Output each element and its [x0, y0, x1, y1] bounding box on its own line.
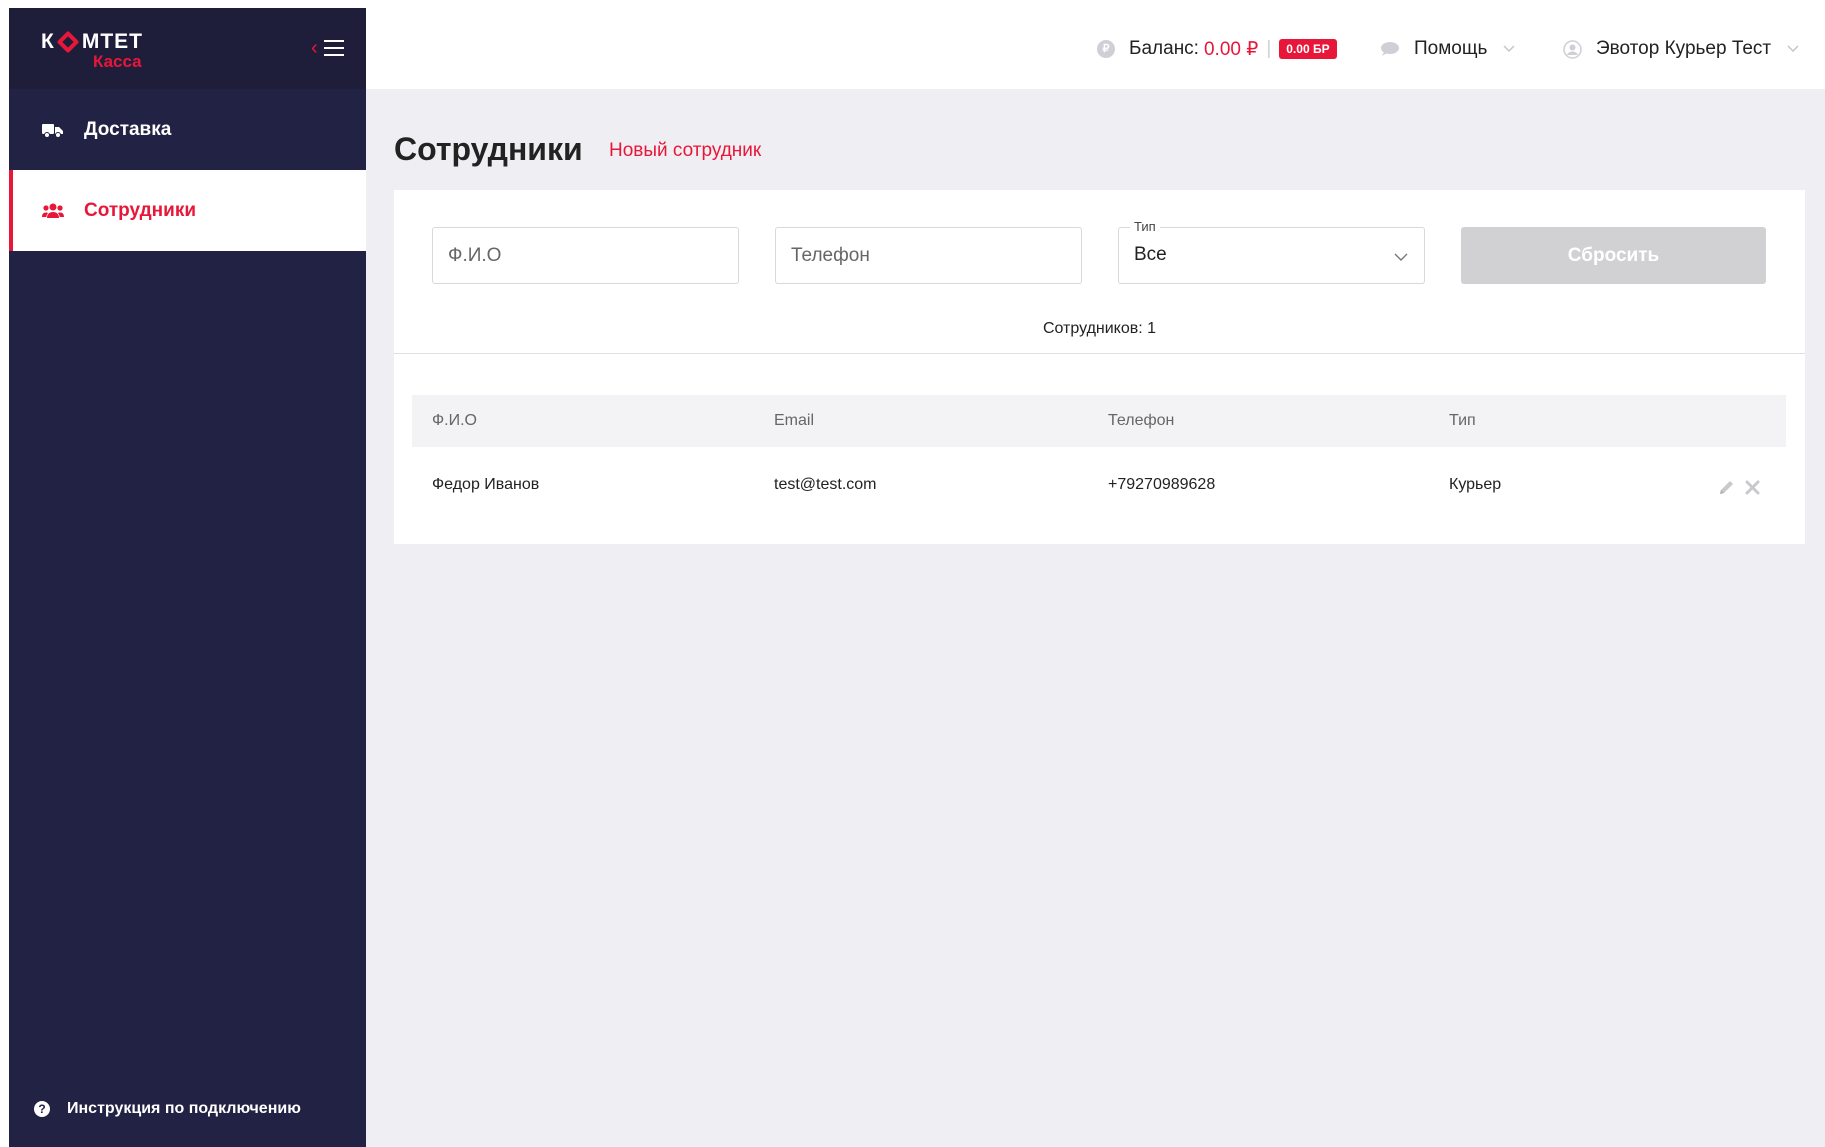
- balance-amount: 0.00 ₽: [1203, 38, 1259, 60]
- main-content: Сотрудники Новый сотрудник Тип Все Сброс…: [366, 89, 1825, 1147]
- logo[interactable]: К МТЕТ Касса: [41, 30, 191, 74]
- pencil-icon[interactable]: [1718, 479, 1735, 496]
- logo-bar: К МТЕТ Касса ‹: [9, 8, 366, 89]
- new-employee-link[interactable]: Новый сотрудник: [609, 140, 761, 162]
- divider: [394, 353, 1805, 354]
- cell-type: Курьер: [1449, 476, 1502, 493]
- sidebar-item-delivery[interactable]: Доставка: [9, 89, 366, 170]
- cell-email: test@test.com: [774, 476, 877, 493]
- column-header-fio: Ф.И.О: [432, 412, 477, 429]
- type-filter-legend: Тип: [1130, 219, 1160, 234]
- employees-card: Тип Все Сбросить Сотрудников: 1 Ф.И.О Em…: [394, 190, 1805, 544]
- question-icon: ?: [34, 1101, 50, 1117]
- chevron-down-icon: [1787, 45, 1799, 53]
- top-header: ₽ Баланс: 0.00 ₽ | 0.00 БР Помощь Эвотор…: [366, 8, 1825, 89]
- user-name: Эвотор Курьер Тест: [1596, 38, 1772, 59]
- users-icon: [42, 203, 64, 218]
- sidebar: К МТЕТ Касса ‹ Доставка Сотрудники ? Инс…: [9, 8, 366, 1147]
- chevron-left-icon: ‹: [311, 37, 318, 59]
- hamburger-icon: [324, 40, 344, 56]
- ruble-icon: ₽: [1097, 40, 1115, 58]
- page-title: Сотрудники: [394, 131, 583, 167]
- app-root: К МТЕТ Касса ‹ Доставка Сотрудники ? Инс…: [9, 8, 1825, 1147]
- table-header: Ф.И.О Email Телефон Тип: [412, 395, 1786, 447]
- phone-filter-input[interactable]: [776, 228, 1081, 283]
- type-filter-select[interactable]: Тип Все: [1118, 219, 1425, 284]
- logo-line-2: Касса: [93, 52, 142, 71]
- chevron-down-icon: [1503, 45, 1515, 53]
- user-icon: [1563, 39, 1582, 59]
- connection-guide-label: Инструкция по подключению: [67, 1100, 301, 1117]
- balance-separator: |: [1266, 38, 1272, 59]
- bp-balance-badge: 0.00 БР: [1279, 39, 1337, 59]
- help-dropdown[interactable]: Помощь: [1380, 36, 1515, 62]
- phone-filter-field[interactable]: [775, 227, 1082, 284]
- column-header-email: Email: [774, 412, 815, 429]
- employee-count: Сотрудников: 1: [1042, 320, 1157, 337]
- logo-letter-k: К: [41, 30, 55, 53]
- fio-filter-field[interactable]: [432, 227, 739, 284]
- connection-guide-link[interactable]: ? Инструкция по подключению: [34, 1100, 301, 1118]
- help-label: Помощь: [1414, 38, 1488, 59]
- logo-diamond-icon: [56, 30, 80, 54]
- logo-letters: МТЕТ: [81, 30, 143, 53]
- user-menu[interactable]: Эвотор Курьер Тест: [1563, 36, 1799, 62]
- sidebar-item-label: Доставка: [84, 118, 172, 140]
- close-icon[interactable]: [1745, 480, 1760, 495]
- column-header-phone: Телефон: [1108, 412, 1175, 429]
- reset-filters-button[interactable]: Сбросить: [1461, 227, 1766, 284]
- logo-line-1: К МТЕТ: [41, 30, 143, 54]
- chat-icon: [1381, 42, 1399, 56]
- balance-label: Баланс:: [1129, 38, 1199, 59]
- fio-filter-input[interactable]: [433, 228, 738, 283]
- table-row[interactable]: Федор Иванов test@test.com +79270989628 …: [412, 452, 1786, 524]
- column-header-type: Тип: [1449, 412, 1476, 429]
- chevron-down-icon: [1394, 253, 1408, 261]
- type-filter-value: Все: [1134, 244, 1167, 265]
- sidebar-item-staff[interactable]: Сотрудники: [9, 170, 366, 251]
- truck-icon: [42, 123, 63, 138]
- sidebar-item-label: Сотрудники: [84, 199, 197, 221]
- sidebar-collapse-button[interactable]: ‹: [309, 36, 349, 62]
- balance-widget[interactable]: ₽ Баланс: 0.00 ₽ | 0.00 БР: [1097, 36, 1337, 62]
- cell-phone: +79270989628: [1108, 476, 1216, 493]
- cell-fio: Федор Иванов: [432, 476, 540, 493]
